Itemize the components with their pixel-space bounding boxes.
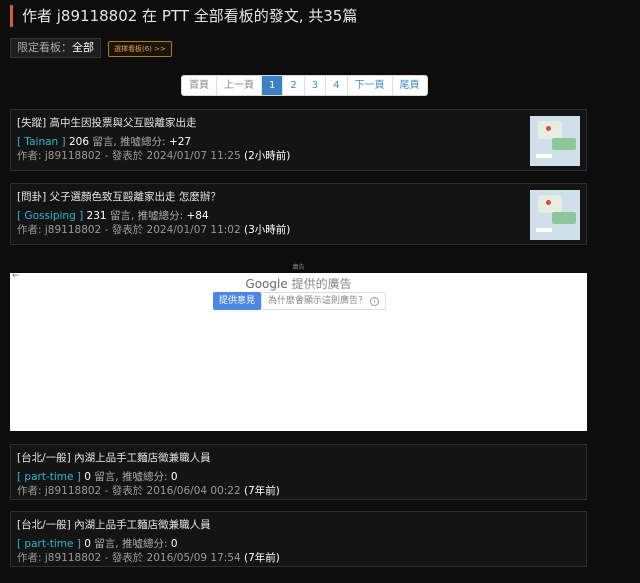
- post-author-line: 作者: j89118802 - 發表於 2016/05/09 17:54 (7年…: [17, 550, 280, 565]
- comment-label: 留言, 推噓總分:: [109, 210, 184, 222]
- page-prev[interactable]: 上一頁: [216, 76, 261, 95]
- time-ago: (7年前): [244, 552, 280, 564]
- author-date: 作者: j89118802 - 發表於 2016/06/04 00:22: [17, 485, 241, 497]
- why-this-ad-label: 為什麼會顯示這則廣告？: [268, 296, 368, 306]
- post-title[interactable]: [失蹤] 高中生因投票與父互毆離家出走: [17, 115, 197, 130]
- author-date: 作者: j89118802 - 發表於 2024/01/07 11:02: [17, 224, 241, 236]
- comment-count: 206: [68, 136, 90, 148]
- post-board[interactable]: [ Tainan ]: [17, 136, 66, 148]
- push-score: 0: [170, 538, 178, 550]
- ad-brand: Google 提供的廣告: [10, 275, 587, 292]
- filter-label: 限定看板：: [17, 41, 72, 54]
- post-stats: [ part-time ] 0 留言, 推噓總分: 0: [17, 469, 178, 484]
- ad-feedback-button[interactable]: 提供意見: [213, 292, 262, 310]
- post-card[interactable]: [問卦] 父子選顏色致互毆離家出走 怎麼辦？ [ Gossiping ] 231…: [10, 183, 587, 245]
- post-author-line: 作者: j89118802 - 發表於 2024/01/07 11:02 (3小…: [17, 222, 290, 237]
- ad-brand-suffix: 提供的廣告: [291, 277, 352, 291]
- page-last[interactable]: 尾頁: [391, 76, 427, 95]
- page-3[interactable]: 3: [303, 76, 325, 95]
- page-next[interactable]: 下一頁: [346, 76, 392, 95]
- ad-frame: ← Google 提供的廣告 提供意見 為什麼會顯示這則廣告？ i: [10, 271, 587, 431]
- pagination: 首頁 上一頁 1 2 3 4 下一頁 尾頁: [181, 75, 428, 96]
- page-1[interactable]: 1: [261, 76, 283, 95]
- post-stats: [ Gossiping ] 231 留言, 推噓總分: +84: [17, 208, 209, 223]
- post-thumbnail[interactable]: [530, 190, 580, 240]
- post-board[interactable]: [ part-time ]: [17, 538, 81, 550]
- comment-count: 0: [84, 538, 91, 550]
- post-stats: [ Tainan ] 206 留言, 推噓總分: +27: [17, 134, 191, 149]
- comment-label: 留言, 推噓總分:: [94, 538, 168, 550]
- page-first[interactable]: 首頁: [182, 76, 216, 95]
- ad-label: 廣告: [292, 264, 305, 271]
- map-pin-icon: [546, 126, 551, 131]
- google-logo-text: Google: [245, 277, 288, 291]
- post-card[interactable]: [台北/一般] 內湖上品手工麵店徵兼職人員 [ part-time ] 0 留言…: [10, 444, 587, 500]
- filter-value: 全部: [72, 41, 94, 54]
- comment-label: 留言, 推噓總分:: [94, 471, 168, 483]
- post-title[interactable]: [台北/一般] 內湖上品手工麵店徵兼職人員: [17, 450, 211, 465]
- comment-count: 0: [84, 471, 91, 483]
- post-author-line: 作者: j89118802 - 發表於 2016/06/04 00:22 (7年…: [17, 483, 280, 498]
- post-title[interactable]: [問卦] 父子選顏色致互毆離家出走 怎麼辦？: [17, 189, 221, 204]
- post-board[interactable]: [ part-time ]: [17, 471, 81, 483]
- select-board-button[interactable]: 選擇看板(6) >>: [108, 41, 172, 57]
- time-ago: (7年前): [244, 485, 280, 497]
- push-score: +84: [186, 210, 209, 222]
- push-score: +27: [168, 136, 192, 148]
- post-card[interactable]: [台北/一般] 內湖上品手工麵店徵兼職人員 [ part-time ] 0 留言…: [10, 511, 587, 567]
- author-date: 作者: j89118802 - 發表於 2024/01/07 11:25: [17, 150, 241, 162]
- info-icon: i: [370, 297, 380, 306]
- time-ago: (3小時前): [244, 224, 291, 236]
- board-filter: 限定看板：全部: [10, 38, 101, 58]
- page-title: 作者 j89118802 在 PTT 全部看板的發文, 共35篇: [10, 5, 357, 27]
- post-thumbnail[interactable]: [530, 116, 580, 166]
- post-author-line: 作者: j89118802 - 發表於 2024/01/07 11:25 (2小…: [17, 148, 290, 163]
- time-ago: (2小時前): [244, 150, 291, 162]
- post-stats: [ part-time ] 0 留言, 推噓總分: 0: [17, 536, 178, 551]
- post-title[interactable]: [台北/一般] 內湖上品手工麵店徵兼職人員: [17, 517, 211, 532]
- comment-label: 留言, 推噓總分:: [92, 136, 166, 148]
- page-4[interactable]: 4: [325, 76, 346, 95]
- comment-count: 231: [86, 210, 107, 222]
- author-date: 作者: j89118802 - 發表於 2016/05/09 17:54: [17, 552, 241, 564]
- why-this-ad-button[interactable]: 為什麼會顯示這則廣告？ i: [261, 292, 387, 310]
- post-board[interactable]: [ Gossiping ]: [17, 210, 83, 222]
- map-pin-icon: [546, 200, 551, 205]
- push-score: 0: [170, 471, 178, 483]
- page-2[interactable]: 2: [282, 76, 303, 95]
- post-card[interactable]: [失蹤] 高中生因投票與父互毆離家出走 [ Tainan ] 206 留言, 推…: [10, 109, 587, 171]
